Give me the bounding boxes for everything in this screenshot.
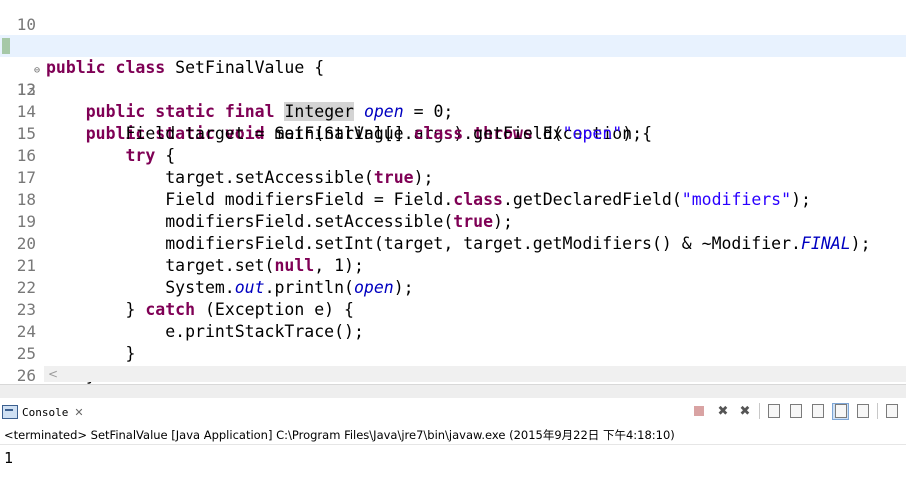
code-line[interactable]: 14 Field target = SetFinalValue.class.ge… bbox=[0, 79, 906, 143]
console-toolbar: ✖ ✖ bbox=[694, 401, 906, 421]
code-line[interactable]: 24 } bbox=[0, 299, 906, 363]
line-number: 26 bbox=[16, 366, 36, 385]
console-output[interactable]: 1 bbox=[4, 448, 13, 468]
toolbar-separator bbox=[877, 403, 878, 419]
code-editor[interactable]: 10 */ 11 public class SetFinalValue { 12… bbox=[0, 0, 906, 385]
code-line[interactable]: 13 ⊖ public static void main(String[] ar… bbox=[0, 57, 906, 143]
view-divider[interactable] bbox=[0, 384, 906, 399]
horizontal-scrollbar[interactable]: < bbox=[44, 366, 906, 382]
remove-launch-icon[interactable]: ✖ bbox=[715, 403, 731, 419]
code-line[interactable]: 11 public class SetFinalValue { bbox=[0, 13, 906, 77]
pin-console-icon[interactable] bbox=[810, 403, 826, 419]
terminate-icon[interactable] bbox=[694, 406, 704, 416]
code-line[interactable]: 21 System.out.println(open); bbox=[0, 233, 906, 297]
new-console-view-icon[interactable] bbox=[884, 403, 900, 419]
remove-all-terminated-icon[interactable]: ✖ bbox=[737, 403, 753, 419]
code-line[interactable]: 22 } catch (Exception e) { bbox=[0, 255, 906, 319]
clear-console-icon[interactable] bbox=[766, 403, 782, 419]
code-line[interactable]: 20 target.set(null, 1); bbox=[0, 211, 906, 275]
occurrence-marker bbox=[2, 38, 10, 54]
code-line[interactable]: 10 */ bbox=[0, 0, 906, 56]
code-line[interactable]: 15 try { bbox=[0, 101, 906, 165]
scroll-lock-icon[interactable] bbox=[788, 403, 804, 419]
code-line[interactable]: 25 } bbox=[0, 321, 906, 385]
scroll-left-arrow-icon[interactable]: < bbox=[48, 366, 58, 382]
tab-console[interactable]: Console ✕ bbox=[2, 402, 84, 422]
display-selected-console-icon[interactable] bbox=[832, 402, 849, 420]
console-icon bbox=[2, 405, 18, 419]
open-console-icon[interactable] bbox=[855, 403, 871, 419]
tab-console-label: Console bbox=[22, 405, 69, 419]
code-line[interactable]: 16 target.setAccessible(true); bbox=[0, 123, 906, 187]
console-view-header: Console ✕ ✖ ✖ bbox=[0, 398, 906, 424]
code-line[interactable]: 18 modifiersField.setAccessible(true); bbox=[0, 167, 906, 231]
code-line[interactable]: 19 modifiersField.setInt(target, target.… bbox=[0, 189, 906, 253]
console-launch-status: <terminated> SetFinalValue [Java Applica… bbox=[0, 425, 906, 445]
code-line[interactable]: 23 e.printStackTrace(); bbox=[0, 277, 906, 341]
toolbar-separator bbox=[759, 403, 760, 419]
code-line[interactable]: 26 } bbox=[0, 343, 906, 385]
code-line[interactable]: 17 Field modifiersField = Field.class.ge… bbox=[0, 145, 906, 209]
close-icon[interactable]: ✕ bbox=[74, 406, 83, 419]
code-line-current[interactable]: 12 public static final Integer open = 0; bbox=[0, 35, 906, 121]
